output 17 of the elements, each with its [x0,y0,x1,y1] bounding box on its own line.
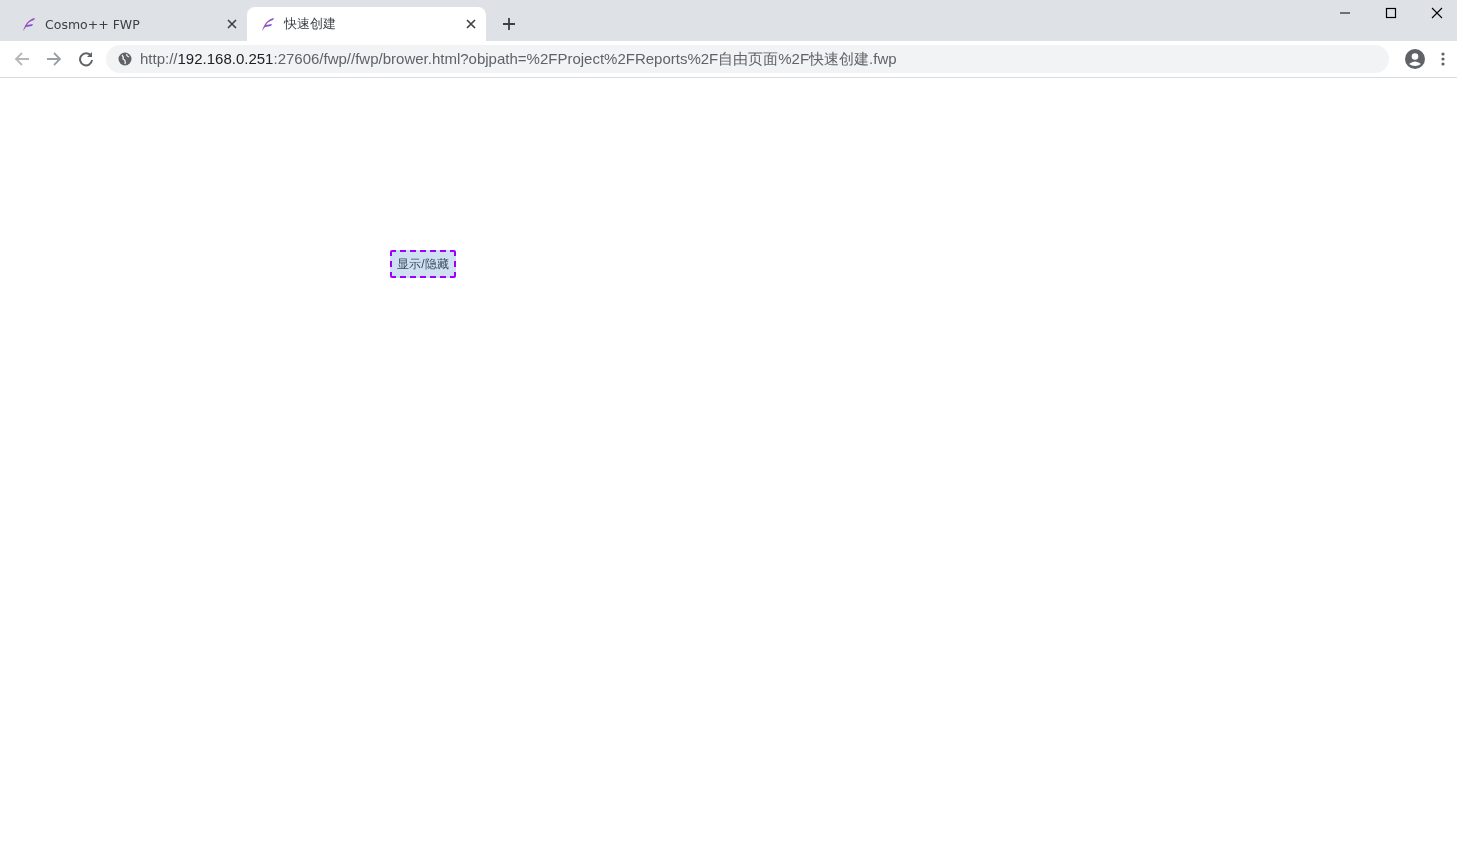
browser-tab[interactable]: Cosmo++ FWP [8,7,247,41]
forward-arrow-icon[interactable] [46,51,62,67]
close-icon[interactable] [1431,7,1443,19]
url-text: http://192.168.0.251:27606/fwp//fwp/brower.html?objpath=%2FProject%2FReports%2F自由页面%2F快速创建.fwp [140,49,897,69]
close-icon[interactable] [227,19,237,29]
new-tab-icon[interactable] [502,17,516,31]
show-hide-button[interactable]: 显示/隐藏 [390,250,456,278]
tab-title: 快速创建 [284,15,337,33]
close-icon[interactable] [466,19,476,29]
browser-tab[interactable]: 快速创建 [247,7,486,41]
globe-icon [118,52,132,66]
reload-icon[interactable] [78,51,94,67]
maximize-icon[interactable] [1385,7,1397,19]
account-icon[interactable] [1405,49,1425,69]
tab-title: Cosmo++ FWP [45,16,141,32]
address-bar[interactable]: http://192.168.0.251:27606/fwp//fwp/brower.html?objpath=%2FProject%2FReports%2F自由页面%2F快速创建.fwp [106,45,1389,73]
more-menu-icon[interactable] [1441,52,1445,66]
